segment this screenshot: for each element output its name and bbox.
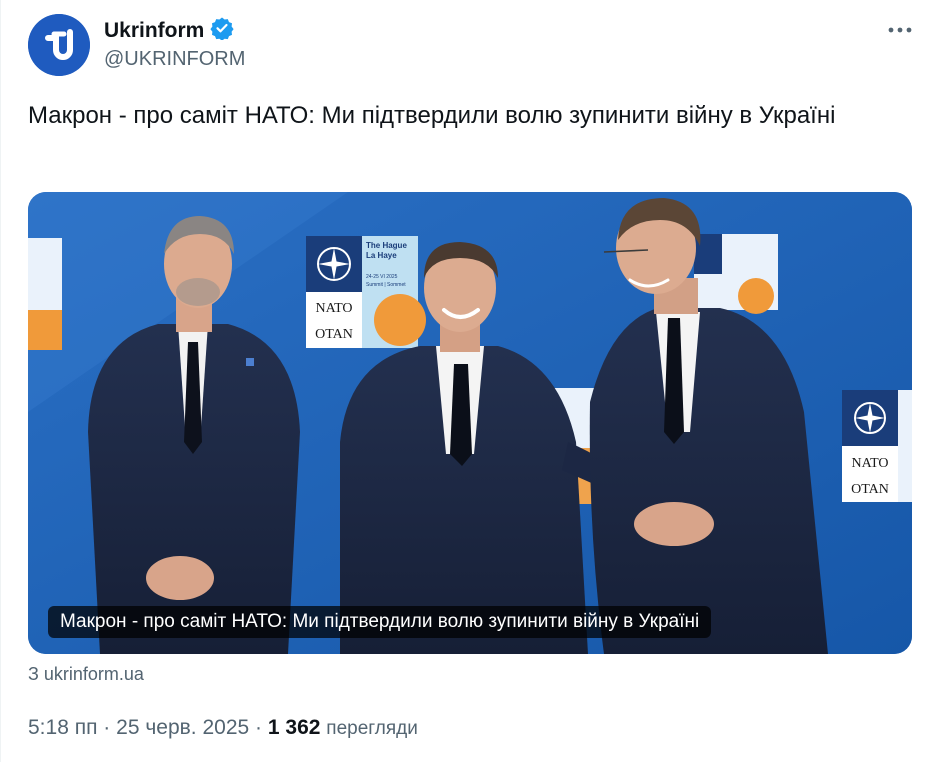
backdrop-summit-text: Summit | Sommet	[366, 282, 406, 288]
backdrop-line1-text: The Hague	[366, 241, 407, 250]
backdrop-panel: NATO OTAN The Hague La Haye 24-25 VI 202…	[306, 236, 426, 348]
backdrop-nato-text: NATO	[851, 456, 888, 471]
meta-separator: ·	[103, 716, 111, 739]
author-avatar[interactable]	[28, 14, 90, 76]
tweet-text: Макрон - про саміт НАТО: Ми підтвердили …	[28, 102, 836, 129]
backdrop-dates-text: 24-25 VI 2025	[366, 274, 398, 280]
author-name[interactable]: Ukrinform	[104, 19, 204, 43]
tweet-time[interactable]: 5:18 пп	[28, 716, 97, 739]
backdrop-otan-text: OTAN	[851, 482, 889, 497]
link-card[interactable]: NATO OTAN The Hague La Haye 24-25 VI 202…	[28, 192, 912, 654]
ukrinform-logo-icon	[28, 14, 90, 76]
author-name-row[interactable]: Ukrinform	[104, 16, 234, 45]
backdrop-otan-text: OTAN	[315, 327, 353, 342]
meta-separator: ·	[255, 716, 263, 739]
views-label: перегляди	[326, 718, 418, 739]
backdrop-nato-text: NATO	[315, 301, 352, 316]
verified-badge-icon	[210, 16, 234, 45]
more-options-button[interactable]	[884, 18, 916, 42]
more-options-icon	[888, 27, 912, 33]
tweet-date[interactable]: 25 черв. 2025	[116, 716, 249, 739]
card-photo: NATO OTAN The Hague La Haye 24-25 VI 202…	[28, 192, 912, 654]
tweet-metadata: 5:18 пп · 25 черв. 2025 · 1 362 перегляд…	[28, 716, 418, 740]
card-source-link[interactable]: З ukrinform.ua	[28, 664, 144, 685]
backdrop-panel	[694, 234, 778, 314]
backdrop-line2-text: La Haye	[366, 251, 397, 260]
backdrop-panel: NATO OTAN	[842, 390, 912, 502]
author-handle[interactable]: @UKRINFORM	[104, 48, 245, 71]
views-count: 1 362	[267, 716, 321, 739]
timeline-border	[0, 0, 1, 762]
backdrop-panel	[28, 238, 62, 350]
card-caption: Макрон - про саміт НАТО: Ми підтвердили …	[48, 606, 712, 638]
